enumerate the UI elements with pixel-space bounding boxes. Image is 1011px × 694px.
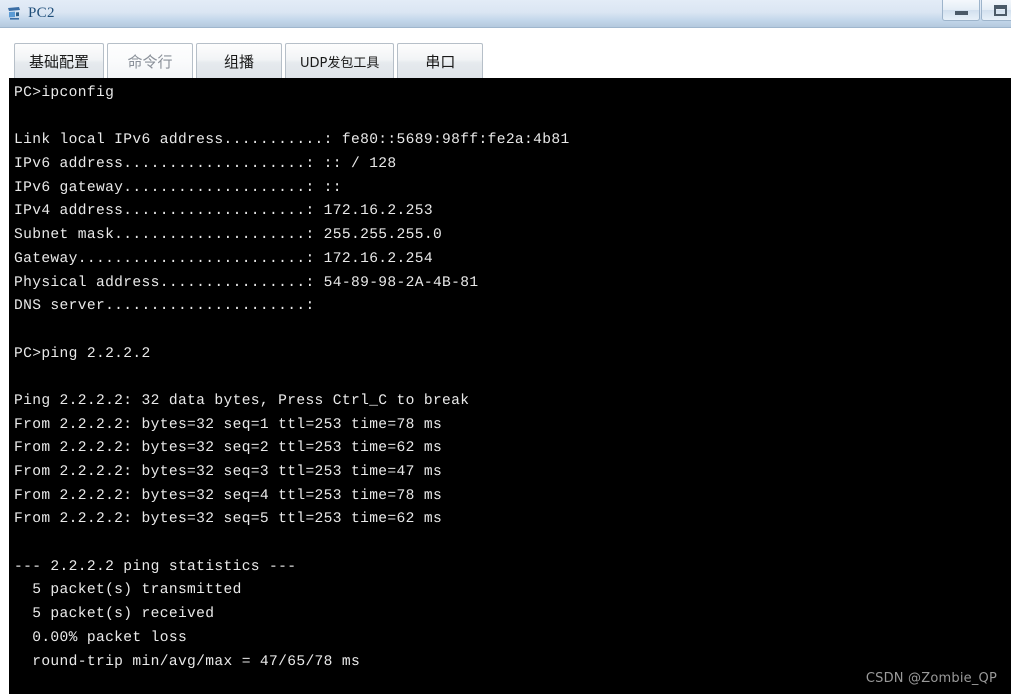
tab-label: 基础配置 xyxy=(29,52,90,71)
tab-udp-tool[interactable]: UDP发包工具 xyxy=(285,43,395,78)
terminal-line: IPv4 address....................: 172.16… xyxy=(14,203,433,220)
terminal-line: From 2.2.2.2: bytes=32 seq=1 ttl=253 tim… xyxy=(14,416,443,433)
terminal-console[interactable]: PC>ipconfig Link local IPv6 address......… xyxy=(9,78,1011,694)
minimize-button[interactable] xyxy=(942,0,980,21)
terminal-line: From 2.2.2.2: bytes=32 seq=5 ttl=253 tim… xyxy=(14,511,443,528)
terminal-line: Gateway.........................: 172.16… xyxy=(14,250,433,267)
terminal-line: DNS server......................: xyxy=(14,298,315,315)
terminal-line: Ping 2.2.2.2: 32 data bytes, Press Ctrl_… xyxy=(14,392,470,409)
terminal-line: PC>ipconfig xyxy=(14,85,115,101)
tab-label: 串口 xyxy=(425,52,456,71)
tab-bar: 基础配置 命令行 组播 UDP发包工具 串口 xyxy=(0,28,1011,78)
tab-label: UDP发包工具 xyxy=(300,55,380,71)
maximize-button[interactable] xyxy=(981,0,1011,21)
terminal-line: 0.00% packet loss xyxy=(14,629,188,646)
tab-label: 命令行 xyxy=(127,52,173,71)
tab-command-line[interactable]: 命令行 xyxy=(107,43,194,78)
maximize-icon xyxy=(993,4,1007,16)
terminal-line: 5 packet(s) transmitted xyxy=(14,582,242,599)
terminal-output: PC>ipconfig Link local IPv6 address......… xyxy=(9,78,1011,674)
terminal-line: From 2.2.2.2: bytes=32 seq=3 ttl=253 tim… xyxy=(14,464,443,480)
terminal-line: IPv6 address....................: :: / 1… xyxy=(14,156,397,173)
tab-multicast[interactable]: 组播 xyxy=(196,43,283,78)
pc2-window: PC2 基础配置 命令行 组播 UDP发包工具 串口 PC>ipconfig L… xyxy=(0,0,1011,694)
terminal-line: From 2.2.2.2: bytes=32 seq=4 ttl=253 tim… xyxy=(14,487,443,504)
terminal-line: Physical address................: 54-89-… xyxy=(14,274,479,291)
terminal-panel: PC>ipconfig Link local IPv6 address......… xyxy=(0,78,1011,694)
terminal-line: --- 2.2.2.2 ping statistics --- xyxy=(14,558,297,575)
pc-device-icon xyxy=(6,5,24,23)
window-controls xyxy=(941,0,1011,26)
terminal-line: PC>ping 2.2.2.2 xyxy=(14,345,151,362)
minimize-icon xyxy=(954,10,968,15)
tab-basic-config[interactable]: 基础配置 xyxy=(14,43,105,78)
tab-label: 组播 xyxy=(224,52,255,71)
terminal-line: 5 packet(s) received xyxy=(14,606,215,623)
window-title: PC2 xyxy=(28,4,55,21)
terminal-line: IPv6 gateway....................: :: xyxy=(14,179,342,196)
title-bar: PC2 xyxy=(0,0,1011,28)
terminal-line: From 2.2.2.2: bytes=32 seq=2 ttl=253 tim… xyxy=(14,440,443,457)
terminal-line: Link local IPv6 address...........: fe80… xyxy=(14,132,570,149)
watermark: CSDN @Zombie_QP xyxy=(865,671,997,686)
terminal-line: Subnet mask.....................: 255.25… xyxy=(14,227,443,244)
terminal-line: round-trip min/avg/max = 47/65/78 ms xyxy=(14,653,361,670)
tab-serial-port[interactable]: 串口 xyxy=(397,43,484,78)
